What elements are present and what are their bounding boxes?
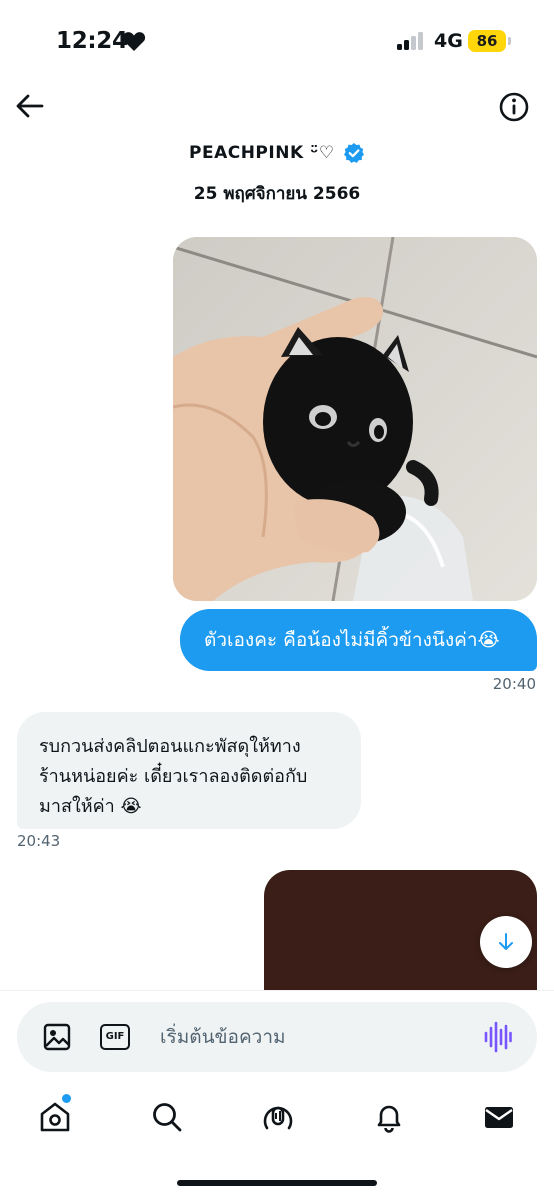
conversation-date: 25 พฤศจิกายน 2566	[193, 184, 361, 204]
conversation-info-button[interactable]	[498, 91, 530, 123]
image-icon	[43, 1023, 71, 1051]
photo-message[interactable]	[173, 237, 537, 601]
status-time: 12:24	[56, 28, 128, 54]
nav-home[interactable]	[38, 1100, 72, 1134]
nav-notifications[interactable]	[372, 1100, 406, 1134]
message-input[interactable]	[160, 1017, 460, 1057]
back-button[interactable]	[12, 88, 48, 124]
add-gif-button[interactable]: GIF	[100, 1024, 130, 1050]
bell-icon	[377, 1105, 401, 1133]
notification-dot	[62, 1094, 71, 1103]
battery-cap	[508, 37, 511, 45]
battery-indicator: 86	[468, 30, 506, 52]
cellular-signal-icon	[397, 32, 427, 50]
home-icon	[40, 1102, 70, 1132]
mail-icon	[485, 1107, 513, 1128]
voice-waveform-icon	[484, 1021, 512, 1053]
verified-badge-icon	[344, 143, 364, 163]
conversation-title[interactable]: PEACHPINK ᵕ̈♡	[0, 142, 554, 164]
network-type: 4G	[434, 30, 463, 52]
message-timestamp: 20:40	[492, 675, 536, 693]
home-indicator	[177, 1180, 377, 1186]
contact-name: PEACHPINK ᵕ̈♡	[189, 143, 335, 163]
voice-message-button[interactable]	[484, 1021, 512, 1053]
message-line: รบกวนส่งคลิปตอนแกะพัสดุให้ทาง	[39, 736, 301, 757]
arrow-down-icon	[499, 933, 513, 950]
spaces-icon	[263, 1106, 293, 1130]
heart-icon	[122, 32, 146, 51]
nav-search[interactable]	[150, 1100, 184, 1134]
nav-spaces[interactable]	[261, 1100, 295, 1134]
add-image-button[interactable]	[42, 1022, 72, 1052]
search-icon	[153, 1103, 182, 1132]
nav-messages[interactable]	[482, 1100, 516, 1134]
arrow-left-icon	[16, 94, 44, 118]
message-timestamp: 20:43	[17, 832, 61, 850]
message-line: ร้านหน่อยค่ะ เดี๋ยวเราลองติดต่อกับ	[39, 766, 308, 787]
incoming-message-bubble[interactable]: รบกวนส่งคลิปตอนแกะพัสดุให้ทาง ร้านหน่อยค…	[17, 712, 361, 829]
message-line: มาสให้ค่า 😭	[39, 796, 142, 817]
plush-photo	[173, 237, 537, 601]
status-bar: 12:24 4G 86	[0, 0, 554, 80]
outgoing-message-bubble[interactable]: ตัวเองคะ คือน้องไม่มีคิ้วข้างนึงค่า😭	[180, 609, 537, 671]
info-icon	[499, 92, 529, 122]
scroll-to-bottom-button[interactable]	[480, 916, 532, 968]
